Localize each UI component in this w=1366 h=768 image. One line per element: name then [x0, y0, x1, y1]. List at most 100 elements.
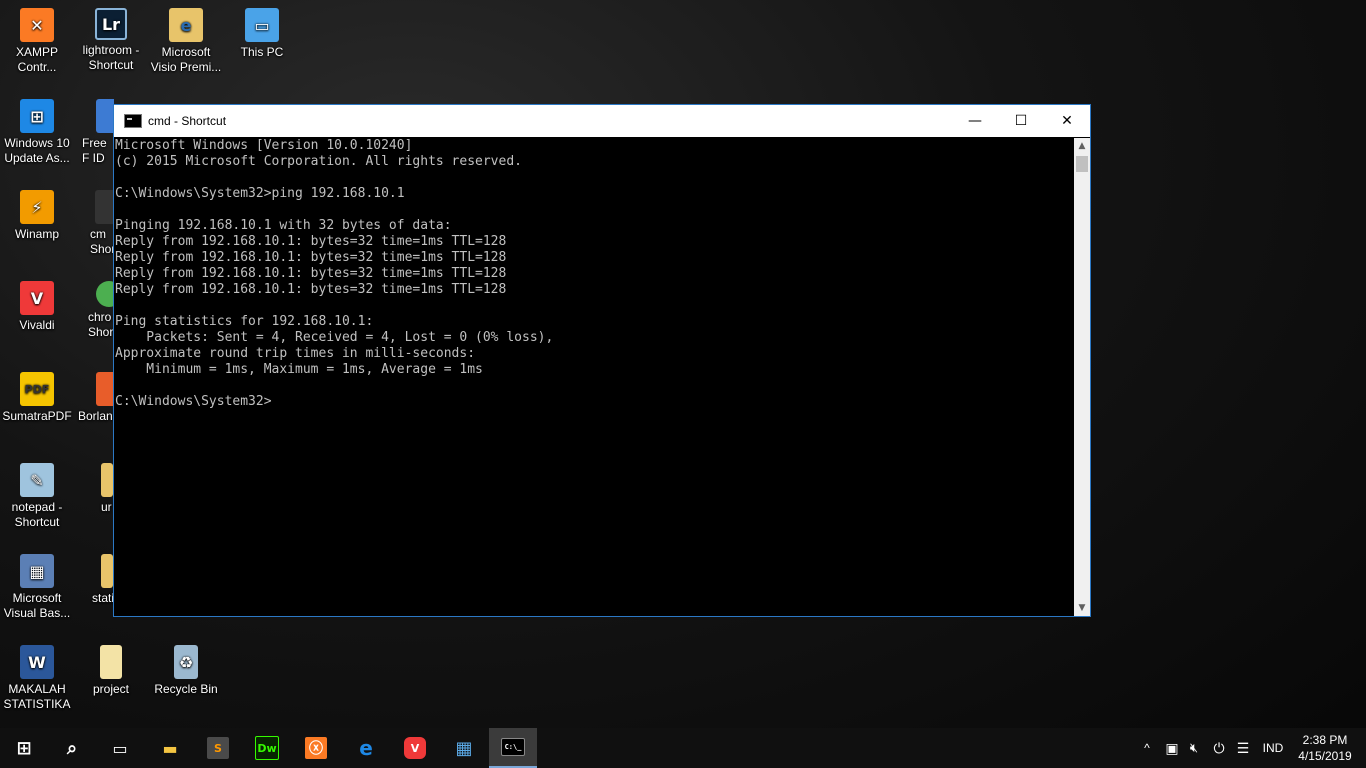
desktop-icon-this-pc[interactable]: ▭ This PC — [225, 4, 299, 60]
desktop-icon-label: Microsoft Visual Bas... — [3, 591, 71, 620]
scroll-up-arrow-icon[interactable]: ▲ — [1074, 138, 1090, 154]
start-button[interactable]: ⊞ — [0, 728, 48, 768]
free-app-icon — [96, 99, 114, 133]
desktop-icon-label: cm Shor — [90, 227, 114, 256]
desktop-icon-label: SumatraPDF — [2, 409, 72, 423]
console-line: Minimum = 1ms, Maximum = 1ms, Average = … — [115, 362, 483, 377]
volume-muted-icon[interactable]: 🔇︎ — [1185, 728, 1203, 768]
desktop-icon-winamp[interactable]: ⚡ Winamp — [0, 186, 74, 242]
console-line: (c) 2015 Microsoft Corporation. All righ… — [115, 154, 522, 169]
cmd-icon — [124, 114, 142, 128]
scrollbar-thumb[interactable] — [1076, 156, 1088, 172]
desktop-icon-sumatrapdf[interactable]: PDF SumatraPDF — [0, 368, 74, 424]
tray-overflow-chevron-icon[interactable]: ^ — [1138, 728, 1156, 768]
console-line: C:\Windows\System32>ping 192.168.10.1 — [115, 186, 405, 201]
desktop-icon-visual-basic[interactable]: ▦ Microsoft Visual Bas... — [0, 550, 74, 621]
xampp-icon: ✕ — [20, 8, 54, 42]
desktop-icon-cmd[interactable]: cm Shor — [74, 186, 114, 257]
edge-icon: e — [359, 736, 373, 760]
maximize-button[interactable]: ☐ — [998, 105, 1044, 137]
desktop-icon-label: chro Shor — [88, 310, 114, 339]
console-line: Approximate round trip times in milli-se… — [115, 346, 476, 361]
desktop-icon-free[interactable]: Free F ID — [74, 95, 114, 166]
taskbar-sublime-text[interactable]: S — [194, 728, 242, 768]
control-panel-icon: ▦ — [455, 737, 473, 759]
desktop-icon-label: project — [92, 682, 130, 696]
language-indicator[interactable]: IND — [1258, 728, 1288, 768]
visual-basic-icon: ▦ — [20, 554, 54, 588]
desktop-icon-label: Recycle Bin — [154, 682, 218, 696]
winamp-icon: ⚡ — [20, 190, 54, 224]
desktop-icon-notepad[interactable]: ✎ notepad - Shortcut — [0, 459, 74, 530]
desktop-icon-borland[interactable]: Borlan — [74, 368, 114, 424]
vivaldi-icon: V — [20, 281, 54, 315]
taskbar-vivaldi[interactable]: V — [391, 728, 439, 768]
sublime-text-icon: S — [207, 737, 229, 759]
desktop-icon-makalah[interactable]: W MAKALAH STATISTIKA — [0, 641, 74, 712]
scroll-down-arrow-icon[interactable]: ▼ — [1074, 600, 1090, 616]
console-line: Microsoft Windows [Version 10.0.10240] — [115, 138, 413, 153]
window-titlebar[interactable]: cmd - Shortcut — ☐ ✕ — [114, 105, 1090, 137]
console-line: Reply from 192.168.10.1: bytes=32 time=1… — [115, 266, 507, 281]
desktop-icon-label: Winamp — [14, 227, 59, 241]
desktop-icon-visio[interactable]: e Microsoft Visio Premi... — [149, 4, 223, 75]
console-line: Ping statistics for 192.168.10.1: — [115, 314, 374, 329]
search-button[interactable]: ⌕ — [48, 728, 96, 768]
taskbar-control-panel[interactable]: ▦ — [440, 728, 488, 768]
chrome-icon — [96, 281, 114, 307]
vivaldi-icon: V — [404, 737, 426, 759]
desktop-icon-xampp[interactable]: ✕ XAMPP Contr... — [0, 4, 74, 75]
desktop-icon-label: lightroom - Shortcut — [82, 43, 140, 72]
desktop-icon-windows-update[interactable]: ⊞ Windows 10 Update As... — [0, 95, 74, 166]
taskbar-edge[interactable]: e — [342, 728, 390, 768]
taskbar-dreamweaver[interactable]: Dw — [243, 728, 291, 768]
taskbar-cmd[interactable]: C:\_ — [489, 728, 537, 768]
desktop-icon-label: XAMPP Contr... — [15, 45, 58, 74]
desktop-icon-folder-stati[interactable]: stati — [74, 550, 114, 606]
clock-date: 4/15/2019 — [1298, 749, 1352, 763]
taskbar-file-explorer[interactable]: ▬ — [146, 728, 194, 768]
folder-icon — [100, 645, 122, 679]
windows-start-icon: ⊞ — [16, 737, 32, 759]
cmd-shortcut-icon — [95, 190, 114, 224]
computer-icon: ▭ — [245, 8, 279, 42]
system-clock[interactable]: 2:38 PM 4/15/2019 — [1290, 732, 1360, 764]
desktop-icon-chrome[interactable]: chro Shor — [74, 277, 114, 340]
power-icon[interactable]: ⏻ — [1209, 728, 1229, 768]
word-doc-icon: W — [20, 645, 54, 679]
notepad-icon: ✎ — [20, 463, 54, 497]
desktop-icon-lightroom[interactable]: Lr lightroom - Shortcut — [74, 4, 148, 73]
desktop-icon-label: notepad - Shortcut — [11, 500, 63, 529]
desktop-icon-label: Microsoft Visio Premi... — [150, 45, 222, 74]
network-icon[interactable]: ▣ — [1162, 728, 1182, 768]
clock-time: 2:38 PM — [1302, 733, 1348, 747]
desktop-icon-label: Vivaldi — [19, 318, 55, 332]
console-prompt[interactable]: C:\Windows\System32> — [115, 394, 1074, 410]
desktop-icon-label: Windows 10 Update As... — [4, 136, 70, 165]
desktop-icon-recycle-bin[interactable]: ♻ Recycle Bin — [149, 641, 223, 697]
task-view-button[interactable]: ▭ — [96, 728, 144, 768]
desktop-icon-label: MAKALAH STATISTIKA — [3, 682, 71, 711]
action-center-icon[interactable]: ☰ — [1233, 728, 1253, 768]
cmd-window[interactable]: cmd - Shortcut — ☐ ✕ Microsoft Windows [… — [113, 104, 1091, 617]
window-title: cmd - Shortcut — [148, 114, 227, 128]
desktop-icon-vivaldi[interactable]: V Vivaldi — [0, 277, 74, 333]
xampp-icon: ⓧ — [305, 737, 327, 759]
desktop-icon-project[interactable]: project — [74, 641, 148, 697]
console-output[interactable]: Microsoft Windows [Version 10.0.10240] (… — [114, 138, 1074, 616]
vertical-scrollbar[interactable]: ▲ ▼ — [1074, 138, 1090, 616]
close-button[interactable]: ✕ — [1044, 105, 1090, 137]
folder-icon — [101, 554, 113, 588]
desktop-icon-label: Borlan — [78, 409, 113, 423]
console-line: Pinging 192.168.10.1 with 32 bytes of da… — [115, 218, 452, 233]
desktop-icon-folder-ur[interactable]: ur — [74, 459, 114, 515]
minimize-button[interactable]: — — [952, 105, 998, 137]
lightroom-icon: Lr — [95, 8, 127, 40]
taskbar-xampp[interactable]: ⓧ — [292, 728, 340, 768]
file-explorer-icon: ▬ — [162, 738, 178, 758]
folder-icon — [101, 463, 113, 497]
search-icon: ⌕ — [66, 737, 78, 759]
